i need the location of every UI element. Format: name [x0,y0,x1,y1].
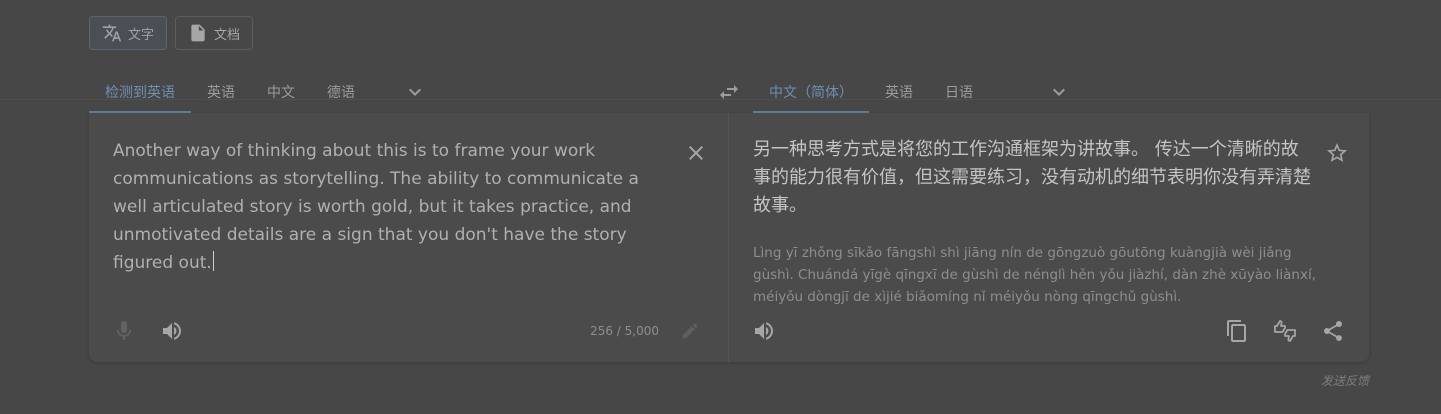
character-count: 256 / 5,000 [590,324,659,338]
document-mode-label: 文档 [214,27,241,43]
target-language-tabs: 中文（简体） 英语 日语 [753,72,1071,113]
tab-target-english[interactable]: 英语 [869,72,929,112]
document-icon [188,23,208,43]
rate-translation-icon[interactable] [1273,319,1297,343]
text-mode-label: 文字 [128,27,155,43]
source-more-languages-chevron-down-icon[interactable] [403,80,427,104]
tab-target-chinese-simplified[interactable]: 中文（简体） [753,72,869,113]
target-speaker-icon[interactable] [752,319,776,343]
edit-pencil-icon [680,321,700,341]
source-language-tabs: 检测到英语 英语 中文 德语 [89,72,427,113]
tab-source-chinese[interactable]: 中文 [251,72,311,112]
clear-source-close-icon[interactable] [684,141,708,165]
tab-detect-language[interactable]: 检测到英语 [89,72,191,113]
swap-languages-icon[interactable] [717,80,741,104]
target-more-languages-chevron-down-icon[interactable] [1047,80,1071,104]
mode-bar: 文字 文档 [89,16,254,50]
save-translation-star-icon[interactable] [1325,141,1349,165]
document-mode-button[interactable]: 文档 [175,16,254,50]
translate-page: 文字 文档 检测到英语 英语 中文 德语 中文（简体） 英语 日语 Anothe… [0,0,1441,414]
translate-icon [102,23,122,43]
copy-icon[interactable] [1225,319,1249,343]
tab-source-german[interactable]: 德语 [311,72,371,112]
text-mode-button[interactable]: 文字 [89,16,168,50]
microphone-icon[interactable] [112,319,136,343]
panel-divider [728,113,729,362]
send-feedback-link[interactable]: 发送反馈 [1321,372,1369,389]
tab-target-japanese[interactable]: 日语 [929,72,989,112]
transliteration-text: Lìng yī zhǒng sīkǎo fāngshì shì jiāng ní… [753,245,1317,305]
source-speaker-icon[interactable] [160,319,184,343]
translation-output: 另一种思考方式是将您的工作沟通框架为讲故事。 传达一个清晰的故事的能力很有价值，… [753,139,1311,216]
source-text-input[interactable]: Another way of thinking about this is to… [113,137,673,277]
tab-source-english[interactable]: 英语 [191,72,251,112]
share-icon[interactable] [1321,319,1345,343]
